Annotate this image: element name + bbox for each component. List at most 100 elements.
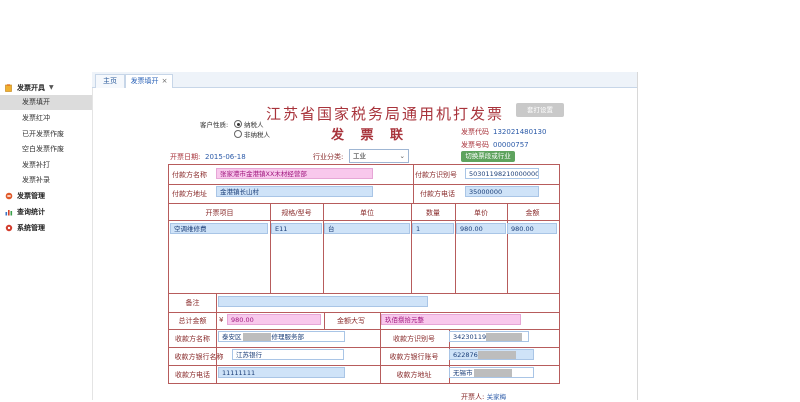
item-unit-field[interactable]: 台 bbox=[324, 223, 410, 234]
items-header-amount: 金额 bbox=[525, 209, 540, 217]
invoice-manage-icon bbox=[5, 192, 13, 200]
payee-account-field[interactable]: 622876 bbox=[449, 349, 534, 360]
payee-name-prefix: 泰安区 bbox=[222, 333, 242, 341]
payee-account-label: 收款方银行账号 bbox=[389, 353, 439, 361]
nav-group-label: 发票管理 bbox=[17, 192, 45, 200]
industry-select-value: 工业 bbox=[353, 152, 366, 160]
sidebar-item-label: 已开发票作废 bbox=[22, 130, 64, 138]
issue-date-label: 开票日期: bbox=[170, 153, 201, 161]
radio-taxpayer[interactable] bbox=[234, 120, 242, 128]
item-spec-field[interactable]: E11 bbox=[271, 223, 322, 234]
remark-label: 备注 bbox=[185, 299, 200, 307]
chart-icon bbox=[5, 210, 13, 216]
payer-tax-id-label: 付款方识别号 bbox=[415, 171, 457, 179]
payee-name-suffix: 修理服务部 bbox=[271, 333, 305, 341]
item-amount-field[interactable]: 980.00 bbox=[507, 223, 557, 234]
tab-home[interactable]: 主页 bbox=[95, 74, 125, 88]
sidebar-item-label: 发票补打 bbox=[22, 161, 50, 169]
items-header-project: 开票项目 bbox=[205, 209, 234, 217]
redaction-mask bbox=[473, 369, 512, 377]
customer-type-label: 客户性质: bbox=[200, 121, 229, 129]
payee-tax-id-prefix: 34230119 bbox=[453, 333, 487, 341]
payee-address-prefix: 无锡市 bbox=[453, 369, 473, 377]
print-settings-button[interactable]: 套打设置 bbox=[516, 103, 564, 117]
invoice-folder-icon bbox=[5, 84, 12, 92]
tab-invoice-fill[interactable]: 发票填开 × bbox=[125, 74, 173, 88]
redaction-mask bbox=[477, 351, 516, 359]
sidebar-item-label: 发票补录 bbox=[22, 176, 50, 184]
sidebar-item-invoice-fill[interactable]: 发票填开 bbox=[0, 95, 92, 110]
sidebar-item-blank-void[interactable]: 空白发票作废 bbox=[0, 142, 92, 157]
redaction-mask bbox=[242, 333, 271, 341]
chevron-down-icon: ⌄ bbox=[399, 152, 405, 160]
payer-address-field[interactable]: 金港镇长山村 bbox=[216, 186, 373, 197]
drawer: 开票人: 关家梅 bbox=[461, 391, 506, 402]
sidebar-item-invoice-red[interactable]: 发票红冲 bbox=[0, 111, 92, 126]
payer-phone-field[interactable]: 35000000 bbox=[465, 186, 539, 197]
item-price-field[interactable]: 980.00 bbox=[456, 223, 506, 234]
payee-address-field[interactable]: 无锡市 bbox=[449, 367, 534, 378]
issue-date-value: 2015-06-18 bbox=[205, 153, 246, 161]
invoice-number-value: 00000757 bbox=[493, 141, 529, 149]
nav-group-label: 系统管理 bbox=[17, 224, 45, 232]
items-header-qty: 数量 bbox=[426, 209, 440, 217]
payer-address-label: 付款方地址 bbox=[172, 190, 207, 198]
invoice-code-value: 132021480130 bbox=[493, 128, 547, 136]
item-project-field[interactable]: 空调维修费 bbox=[170, 223, 268, 234]
switch-industry-button[interactable]: 切换票段或行业 bbox=[461, 151, 515, 162]
redaction-mask bbox=[486, 333, 523, 341]
invoice-title: 江苏省国家税务局通用机打发票 bbox=[266, 105, 505, 123]
payee-bank-field[interactable]: 江苏银行 bbox=[232, 349, 344, 360]
payer-phone-label: 付款方电话 bbox=[420, 190, 455, 198]
sidebar-item-label: 发票红冲 bbox=[22, 114, 50, 122]
nav-group-label: 发票开具 bbox=[17, 84, 45, 92]
payee-name-label: 收款方名称 bbox=[175, 335, 210, 343]
nav-group-invoice-manage[interactable]: 发票管理 bbox=[0, 189, 92, 203]
remark-field[interactable] bbox=[218, 296, 428, 307]
items-header-spec: 规格/型号 bbox=[281, 209, 312, 217]
payee-bank-label: 收款方银行名称 bbox=[174, 353, 224, 361]
sidebar-item-supplement[interactable]: 发票补录 bbox=[0, 173, 92, 188]
radio-non-taxpayer[interactable] bbox=[234, 130, 242, 138]
payee-phone-field[interactable]: 11111111 bbox=[218, 367, 345, 378]
payer-name-field[interactable]: 张家港市金港镇XX木材经营部 bbox=[216, 168, 373, 179]
panel-divider bbox=[637, 72, 638, 400]
industry-select[interactable]: 工业 ⌄ bbox=[349, 149, 409, 163]
settings-icon bbox=[5, 224, 13, 232]
sidebar-item-label: 空白发票作废 bbox=[22, 145, 64, 153]
items-header-unit: 单位 bbox=[360, 209, 374, 217]
nav-group-invoice-issue[interactable]: 发票开具 ▼ bbox=[0, 81, 92, 95]
total-currency-symbol: ¥ bbox=[219, 316, 224, 324]
item-qty-field[interactable]: 1 bbox=[412, 223, 454, 234]
nav-group-label: 查询统计 bbox=[17, 208, 45, 216]
close-icon[interactable]: × bbox=[162, 77, 168, 85]
payee-account-prefix: 622876 bbox=[453, 351, 478, 359]
payee-tax-id-field[interactable]: 34230119 bbox=[449, 331, 529, 342]
radio-non-taxpayer-label: 非纳税人 bbox=[244, 131, 270, 139]
tab-label: 主页 bbox=[103, 77, 117, 85]
tab-bar: 主页 发票填开 × bbox=[92, 72, 637, 88]
chevron-down-icon: ▼ bbox=[49, 84, 54, 91]
invoice-subtitle: 发 票 联 bbox=[331, 128, 410, 143]
total-upper-label: 金额大写 bbox=[337, 317, 365, 325]
sidebar: 发票开具 ▼ 发票填开 发票红冲 已开发票作废 空白发票作废 发票补打 发票补录… bbox=[0, 78, 93, 400]
nav-group-system[interactable]: 系统管理 bbox=[0, 221, 92, 235]
payee-name-field[interactable]: 泰安区 修理服务部 bbox=[218, 331, 345, 342]
tab-label: 发票填开 bbox=[130, 77, 159, 85]
sidebar-item-issued-void[interactable]: 已开发票作废 bbox=[0, 127, 92, 142]
total-upper-field[interactable]: 玖佰捌拾元整 bbox=[381, 314, 521, 325]
payee-tax-id-label: 收款方识别号 bbox=[393, 335, 435, 343]
sidebar-item-reprint[interactable]: 发票补打 bbox=[0, 158, 92, 173]
total-label: 总计金额 bbox=[178, 317, 207, 325]
invoice-code-label: 发票代码 bbox=[461, 128, 489, 136]
nav-group-query-stats[interactable]: 查询统计 bbox=[0, 205, 92, 219]
total-amount-field[interactable]: 980.00 bbox=[227, 314, 321, 325]
payee-phone-label: 收款方电话 bbox=[175, 371, 210, 379]
radio-taxpayer-label: 纳税人 bbox=[244, 121, 264, 129]
payer-name-label: 付款方名称 bbox=[172, 171, 207, 179]
payee-address-label: 收款方地址 bbox=[396, 371, 432, 379]
payer-tax-id-field[interactable]: 503011982100000000 bbox=[465, 168, 539, 179]
industry-label: 行业分类: bbox=[313, 153, 344, 161]
items-header-price: 单价 bbox=[474, 209, 488, 217]
sidebar-item-label: 发票填开 bbox=[22, 98, 50, 106]
